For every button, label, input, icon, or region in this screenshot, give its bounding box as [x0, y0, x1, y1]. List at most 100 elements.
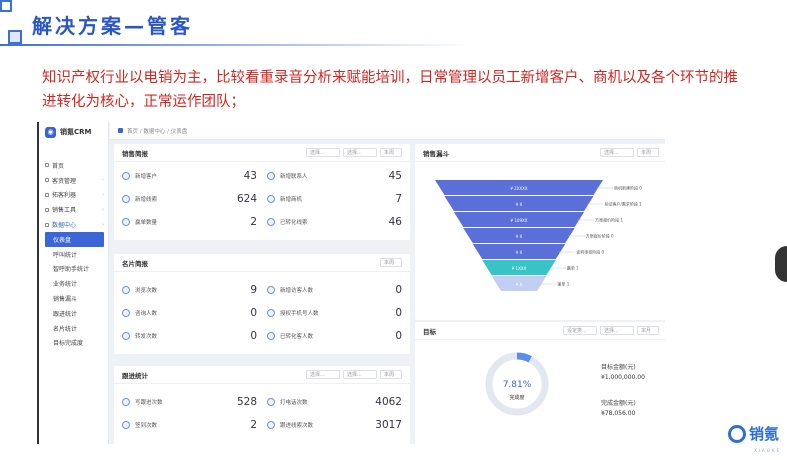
stat-item[interactable]: 浏览次数 9 — [122, 278, 257, 301]
stat-icon — [267, 397, 275, 406]
filter-select[interactable]: 选择... — [600, 148, 634, 157]
filter-select[interactable]: 选择... — [600, 326, 634, 335]
slide-nav-handle[interactable] — [775, 246, 787, 282]
stat-item[interactable]: 新增商机 7 — [267, 187, 402, 210]
stat-item[interactable]: 咨询人数 0 — [122, 301, 257, 324]
sidebar-item[interactable]: 目标完成度 — [39, 336, 108, 351]
stat-icon — [122, 420, 130, 429]
stat-item[interactable]: 打电话次数 4062 — [267, 390, 402, 413]
period-select[interactable]: 本周 — [380, 148, 402, 157]
target-label: 目标金额(元) — [601, 364, 636, 371]
sidebar-item-label: 仪表盘 — [53, 236, 72, 244]
sidebar-item[interactable]: 数据中心 › — [39, 217, 108, 232]
stats-grid: 浏览次数 9 新增访客人数 0 咨询人数 0 授权手机号人数 0 转发次数 0 已转化客人数 0 — [114, 272, 410, 349]
funnel-stage-annotation: 方案报价阶段 0 — [586, 233, 614, 239]
sidebar-item[interactable]: 呼叫统计 — [39, 247, 108, 262]
sidebar-item-label: 数据中心 — [52, 222, 77, 230]
funnel-stage-value: ¥ X — [516, 234, 523, 239]
menu-item-icon — [45, 192, 49, 197]
funnel-stage-annotation: 验证客户/需求阶段 1 — [605, 201, 643, 207]
slide-title: 解决方案—管客 — [32, 14, 193, 38]
sidebar-item-label: 业务统计 — [53, 281, 78, 289]
stat-item[interactable]: 签到次数 2 — [122, 413, 257, 436]
stat-icon — [267, 194, 275, 203]
sidebar-item[interactable]: 销售漏斗 — [39, 291, 108, 306]
stat-item[interactable]: 写跟进次数 528 — [122, 390, 257, 413]
stat-value: 46 — [388, 215, 402, 228]
filter-select[interactable]: 选择... — [306, 148, 340, 157]
stat-label: 已转化客人数 — [280, 333, 314, 340]
stat-icon — [122, 285, 130, 294]
stat-icon — [267, 285, 275, 294]
sidebar-item[interactable]: 业务统计 — [39, 276, 108, 291]
stat-value: 43 — [243, 169, 257, 182]
sidebar-item[interactable]: 仪表盘 — [45, 231, 104, 247]
funnel-chart: ¥ 2XXXX 商机新建阶段 0 ¥ X 验证客户/需求阶段 1 ¥ 109XX 方案报价… — [415, 162, 665, 322]
stat-item[interactable]: 新增客户 43 — [122, 164, 257, 187]
sidebar-item[interactable]: 名片统计 — [39, 321, 108, 336]
completion-label: 完成度 — [509, 395, 525, 401]
stats-grid: 新增客户 43 新增联系人 45 新增线索 624 新增商机 7 赢单数量 2 已转化线索 46 — [114, 162, 410, 235]
menu-item-icon — [45, 178, 49, 183]
sidebar-item-label: 智呼助手统计 — [53, 266, 90, 274]
stat-label: 写跟进次数 — [135, 399, 163, 406]
card-title: 销售简报 — [122, 149, 148, 158]
sidebar-item-label: 拓客利器 — [52, 192, 77, 200]
sidebar-item-label: 销售漏斗 — [53, 296, 78, 304]
stat-label: 跟进线索次数 — [280, 422, 314, 429]
stat-value: 45 — [388, 169, 402, 182]
stat-item[interactable]: 新增线索 624 — [122, 187, 257, 210]
menu-toggle-icon[interactable] — [118, 128, 123, 133]
funnel-stage-annotation: 商机新建阶段 0 — [614, 185, 642, 191]
stat-icon — [122, 331, 130, 340]
period-select[interactable]: 本周 — [380, 370, 402, 379]
stat-label: 已转化线索 — [280, 219, 308, 226]
logo-icon: ◉ — [45, 126, 56, 138]
period-select[interactable]: 本周 — [637, 148, 659, 157]
sidebar-item[interactable]: 智呼助手统计 — [39, 262, 108, 277]
sidebar-item[interactable]: 客资管理 › — [39, 173, 108, 188]
sales-brief-card: 销售简报 选择... 选择... 本周 新增客户 43 新增联系人 45 新增线索 624… — [114, 144, 410, 240]
stat-icon — [122, 397, 130, 406]
funnel-stage-value: ¥ 1XXX — [512, 266, 527, 271]
target-value: ¥1,000,000.00 — [601, 374, 645, 381]
stat-item[interactable]: 新增联系人 45 — [267, 164, 402, 187]
funnel-svg: ¥ 2XXXX 商机新建阶段 0 ¥ X 验证客户/需求阶段 1 ¥ 109XX 方案报价… — [435, 180, 643, 291]
funnel-stage-value: ¥ X — [516, 202, 523, 207]
period-select[interactable]: 本月 — [637, 326, 659, 335]
filter-select[interactable]: 选择... — [306, 370, 340, 379]
funnel-stage-value: ¥ 2XXXX — [510, 186, 528, 191]
filter-select[interactable]: 选择... — [343, 148, 377, 157]
stat-item[interactable]: 赢单数量 2 — [122, 210, 257, 233]
menu-item-icon — [45, 207, 49, 212]
period-select[interactable]: 本周 — [380, 258, 402, 267]
card-title: 目标 — [423, 327, 436, 336]
brand-name: 销氪CRM — [60, 128, 92, 136]
menu-item-icon — [45, 222, 49, 227]
stat-label: 签到次数 — [135, 422, 158, 429]
stat-value: 0 — [395, 329, 402, 342]
stat-label: 转发次数 — [135, 333, 158, 340]
crm-brand[interactable]: ◉ 销氪CRM — [39, 122, 108, 142]
stat-icon — [267, 308, 275, 317]
stat-item[interactable]: 授权手机号人数 0 — [267, 301, 402, 324]
goal-type-select[interactable]: 设定类... — [563, 326, 597, 335]
stat-label: 新增联系人 — [280, 173, 308, 180]
sidebar-item[interactable]: 跟进统计 — [39, 306, 108, 321]
stat-item[interactable]: 跟进线索次数 3017 — [267, 413, 402, 436]
stat-item[interactable]: 已转化客人数 0 — [267, 324, 402, 347]
goal-card: 目标 设定类... 选择... 本月 7.81% 完成度 目标金额(元) ¥1,… — [415, 322, 665, 444]
stat-label: 新增访客人数 — [280, 287, 314, 294]
card-title: 销售漏斗 — [423, 149, 449, 158]
filter-select[interactable]: 选择... — [343, 370, 377, 379]
sidebar-item[interactable]: 拓客利器 › — [39, 188, 108, 203]
chevron-icon: › — [102, 206, 104, 213]
stat-value: 7 — [395, 192, 402, 205]
sidebar-item[interactable]: 销售工具 › — [39, 202, 108, 217]
stat-value: 624 — [236, 192, 257, 205]
stat-item[interactable]: 转发次数 0 — [122, 324, 257, 347]
stat-icon — [122, 217, 130, 226]
stat-item[interactable]: 已转化线索 46 — [267, 210, 402, 233]
stat-item[interactable]: 新增访客人数 0 — [267, 278, 402, 301]
sidebar-item[interactable]: 首页 — [39, 158, 108, 173]
